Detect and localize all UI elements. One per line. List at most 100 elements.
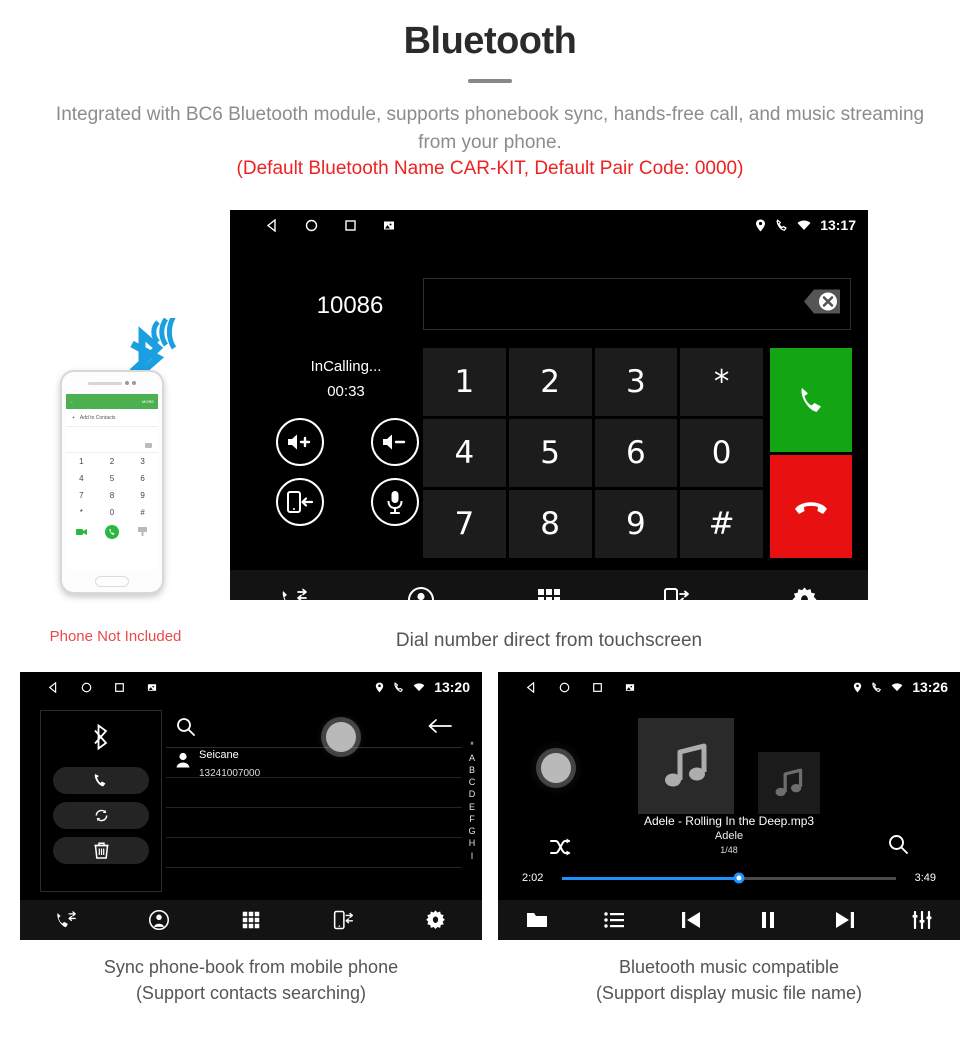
phone-sync-icon: [664, 588, 689, 600]
delete-contacts-button[interactable]: [53, 837, 149, 864]
back-icon[interactable]: [526, 681, 537, 693]
number-input-field[interactable]: [423, 278, 851, 330]
phonebook-sidebar: [40, 710, 162, 892]
back-icon[interactable]: [266, 218, 279, 232]
phonebook-list: Seicane 13241007000: [166, 710, 462, 892]
sync-icon: [95, 809, 107, 822]
keypad-key-7[interactable]: 7: [423, 490, 506, 558]
recents-icon[interactable]: [344, 219, 357, 232]
screenshot-icon[interactable]: [383, 220, 395, 231]
end-call-button[interactable]: [770, 454, 852, 558]
call-log-icon: [57, 911, 77, 928]
screenshot-icon[interactable]: [625, 683, 635, 692]
playlist-button[interactable]: [575, 912, 652, 928]
keypad-key-0[interactable]: 0: [680, 419, 763, 487]
dialer-body: 10086 InCalling... 00:33 1 2 3 * 4 5 6 0…: [230, 240, 868, 570]
keypad-key-2[interactable]: 2: [508, 348, 592, 416]
index-letter[interactable]: G: [468, 826, 475, 837]
keypad-key-4[interactable]: 4: [423, 419, 506, 487]
music-statusbar: 13:26: [498, 672, 960, 702]
status-time: 13:17: [820, 217, 856, 233]
alphabet-index[interactable]: * A B C D E F G H I: [462, 702, 482, 900]
album-art-next[interactable]: [758, 752, 820, 814]
home-icon[interactable]: [559, 682, 570, 693]
back-arrow-icon[interactable]: [428, 719, 452, 738]
folder-icon: [526, 913, 547, 927]
add-to-contacts-label: Add to Contacts: [79, 414, 116, 421]
index-letter[interactable]: E: [469, 802, 475, 813]
settings-icon: [792, 587, 817, 600]
nav-phone-sync-button[interactable]: [297, 910, 389, 930]
mute-microphone-button[interactable]: [370, 478, 419, 526]
volume-up-button[interactable]: [275, 418, 324, 466]
phone-status-icon: [775, 219, 788, 232]
index-letter[interactable]: C: [469, 777, 476, 788]
nav-keypad-button[interactable]: [485, 588, 613, 600]
phonebook-panel: 13:20 Seicane 13241007000 * A B C D E F …: [20, 672, 482, 1003]
dialer-statusbar: 13:17: [230, 210, 868, 240]
album-art-current[interactable]: [638, 718, 734, 814]
shuffle-button[interactable]: [550, 838, 572, 861]
phonebook-statusbar: 13:20: [20, 672, 482, 702]
index-letter[interactable]: H: [469, 838, 476, 849]
back-icon[interactable]: [48, 681, 59, 693]
keypad-key-hash[interactable]: #: [680, 490, 763, 558]
touch-indicator: [316, 712, 366, 762]
seek-slider[interactable]: [562, 872, 896, 884]
nav-settings-button[interactable]: [390, 909, 482, 931]
dialer-caption: Dial number direct from touchscreen: [395, 630, 703, 651]
phone-key: 0: [109, 508, 115, 517]
index-letter[interactable]: *: [470, 740, 474, 751]
call-timer: 00:33: [327, 383, 365, 400]
keypad-key-8[interactable]: 8: [508, 490, 592, 558]
contact-avatar-icon: [176, 752, 190, 773]
plus-icon: +: [72, 414, 75, 421]
search-icon[interactable]: [176, 717, 195, 741]
nav-phone-sync-button[interactable]: [613, 587, 741, 600]
next-track-button[interactable]: [806, 911, 883, 929]
equalizer-button[interactable]: [883, 911, 960, 929]
nav-keypad-button[interactable]: [205, 911, 297, 929]
volume-down-button[interactable]: [370, 418, 419, 466]
contact-row[interactable]: Seicane 13241007000: [166, 748, 462, 779]
nav-contacts-button[interactable]: [358, 587, 486, 600]
transfer-to-phone-button[interactable]: [275, 478, 324, 526]
nav-call-log-button[interactable]: [20, 910, 112, 930]
home-icon[interactable]: [81, 682, 92, 693]
seek-handle[interactable]: [733, 872, 745, 884]
contact-number: 13241007000: [199, 767, 261, 779]
backspace-icon[interactable]: [790, 287, 842, 322]
location-icon: [853, 682, 862, 693]
index-letter[interactable]: F: [469, 814, 475, 825]
play-pause-button[interactable]: [729, 911, 806, 929]
previous-track-button[interactable]: [652, 911, 729, 929]
phonebook-call-button[interactable]: [53, 767, 149, 794]
screenshot-icon[interactable]: [147, 683, 157, 692]
music-search-button[interactable]: [888, 834, 908, 859]
shuffle-icon: [550, 838, 571, 856]
index-letter[interactable]: I: [471, 851, 474, 862]
index-letter[interactable]: A: [469, 753, 475, 764]
keypad-key-6[interactable]: 6: [594, 419, 678, 487]
recents-icon[interactable]: [114, 682, 125, 693]
keypad-key-5[interactable]: 5: [508, 419, 592, 487]
keypad-key-3[interactable]: 3: [594, 348, 678, 416]
answer-call-button[interactable]: [770, 348, 852, 452]
home-icon[interactable]: [305, 219, 318, 232]
nav-settings-button[interactable]: [740, 587, 868, 600]
contact-search-bar[interactable]: [166, 710, 462, 748]
index-letter[interactable]: D: [469, 789, 476, 800]
previous-icon: [681, 912, 700, 928]
sync-contacts-button[interactable]: [53, 802, 149, 829]
recents-icon[interactable]: [592, 682, 603, 693]
keypad-key-1[interactable]: 1: [423, 348, 506, 416]
keypad-key-star[interactable]: *: [680, 348, 763, 416]
browse-folder-button[interactable]: [498, 911, 575, 929]
nav-call-log-button[interactable]: [230, 587, 358, 600]
phone-key: 9: [140, 491, 145, 500]
keypad-key-9[interactable]: 9: [594, 490, 678, 558]
phone-dial-button: [104, 525, 119, 539]
nav-contacts-button[interactable]: [112, 910, 204, 930]
index-letter[interactable]: B: [469, 765, 475, 776]
call-status-text: InCalling...: [310, 358, 382, 375]
